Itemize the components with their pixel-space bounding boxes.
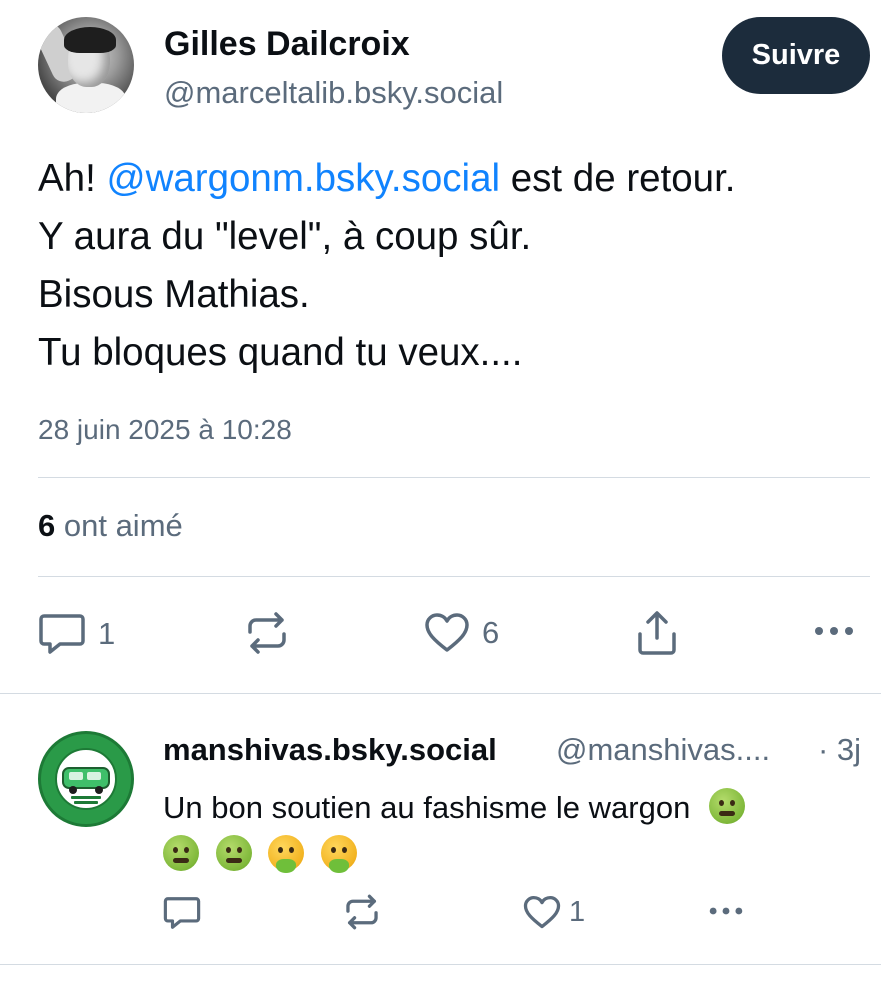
post-text-line: Ah! @wargonm.bsky.social est de retour.: [38, 150, 878, 208]
follow-button[interactable]: Suivre: [722, 17, 870, 94]
share-icon: [638, 611, 676, 655]
heart-icon: [523, 895, 561, 929]
author-display-name[interactable]: Gilles Dailcroix: [164, 25, 410, 64]
divider: [38, 576, 870, 577]
share-button[interactable]: [636, 610, 678, 656]
repost-icon: [346, 894, 378, 930]
comment-icon: [39, 614, 85, 654]
reply-count: 1: [98, 616, 116, 651]
post-text-prefix: Ah!: [38, 157, 107, 200]
divider: [38, 477, 870, 478]
post-text-line: Tu bloques quand tu veux....: [38, 331, 523, 374]
face-vomiting-icon: [268, 835, 305, 873]
reply-text-content: Un bon soutien au fashisme le wargon: [163, 790, 691, 825]
reply-time: · 3j: [818, 732, 862, 767]
reply-repost-button[interactable]: [343, 893, 381, 931]
repost-button[interactable]: [244, 610, 290, 656]
post-text: Ah! @wargonm.bsky.social est de retour. …: [38, 150, 878, 382]
reply-text: Un bon soutien au fashisme le wargon: [163, 784, 863, 878]
divider: [0, 964, 881, 965]
post-header: Gilles Dailcroix @marceltalib.bsky.socia…: [38, 17, 870, 117]
repost-icon: [248, 612, 286, 654]
post-text-line: Bisous Mathias.: [38, 273, 310, 316]
post-text-line: Y aura du "level", à coup sûr.: [38, 215, 532, 258]
reply-handle[interactable]: @manshivas....: [556, 732, 770, 768]
divider: [0, 693, 881, 694]
heart-icon: [425, 613, 469, 652]
nauseated-face-icon: [163, 835, 199, 871]
avatar[interactable]: [38, 17, 134, 113]
likes-summary[interactable]: 6 ont aimé: [38, 508, 183, 544]
like-count: 6: [482, 615, 500, 650]
face-vomiting-icon: [320, 835, 357, 873]
reply-display-name[interactable]: manshivas.bsky.social: [163, 732, 497, 768]
post-text-suffix: est de retour.: [500, 157, 736, 200]
more-options-button[interactable]: [812, 624, 856, 638]
eco-badge-icon: [55, 748, 117, 810]
more-icon: [815, 627, 853, 635]
reply-reply-button[interactable]: [163, 895, 201, 931]
nauseated-face-icon: [215, 835, 252, 871]
more-icon: [709, 907, 743, 915]
reply-avatar[interactable]: [38, 731, 134, 827]
reply-button[interactable]: 1: [38, 612, 115, 656]
post-thread: Gilles Dailcroix @marceltalib.bsky.socia…: [0, 0, 881, 1000]
like-button[interactable]: 6: [424, 612, 499, 654]
author-handle[interactable]: @marceltalib.bsky.social: [164, 75, 503, 111]
reply-like-button[interactable]: 1: [523, 895, 585, 930]
reply-more-options-button[interactable]: [706, 905, 746, 917]
reply-like-count: 1: [569, 896, 586, 928]
nauseated-face-icon: [708, 788, 745, 824]
comment-icon: [163, 897, 201, 929]
likes-count: 6: [38, 508, 56, 543]
mention-link[interactable]: @wargonm.bsky.social: [106, 157, 500, 200]
post-timestamp: 28 juin 2025 à 10:28: [38, 414, 292, 445]
likes-label: ont aimé: [55, 508, 183, 543]
